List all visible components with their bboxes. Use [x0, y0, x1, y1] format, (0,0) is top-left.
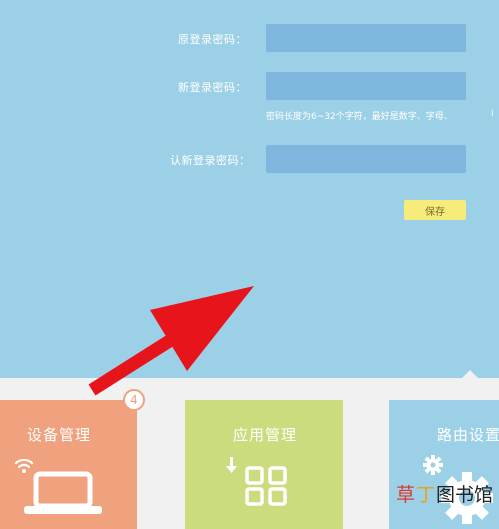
watermark-char-2: 丁: [416, 484, 436, 506]
watermark-logo: 草 丁 图书馆: [396, 480, 493, 507]
watermark-rest: 图书馆: [436, 484, 494, 506]
watermark-char-1: 草: [396, 484, 416, 506]
red-arrow-annotation: [88, 286, 254, 396]
